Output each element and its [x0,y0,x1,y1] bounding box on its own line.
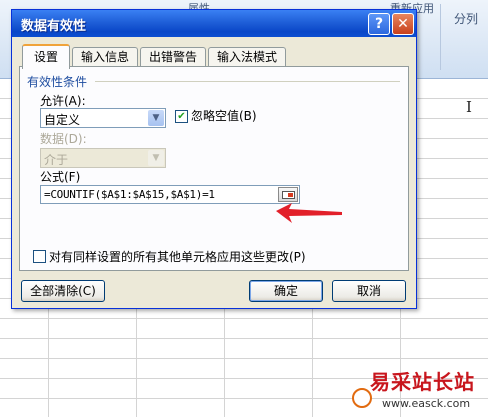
formula-input-value: =COUNTIF($A$1:$A$15,$A$1)=1 [44,188,215,201]
tab-ime-mode[interactable]: 输入法模式 [208,47,286,67]
ignore-blank-label: 忽略空值(B) [191,109,257,123]
data-label: 数据(D): [40,132,87,146]
formula-input[interactable]: =COUNTIF($A$1:$A$15,$A$1)=1 [40,185,300,204]
apply-all-label: 对有同样设置的所有其他单元格应用这些更改(P) [49,250,306,264]
chevron-down-icon: ▼ [148,150,164,166]
range-select-icon[interactable] [278,187,298,202]
chevron-down-icon[interactable]: ▼ [148,110,164,126]
ribbon-separator [440,4,441,70]
apply-all-checkbox[interactable] [33,250,46,263]
dialog-title: 数据有效性 [21,19,87,34]
data-select-value: 介于 [44,153,69,167]
allow-label: 允许(A): [40,94,86,108]
validation-criteria-label: 有效性条件 [27,75,88,89]
formula-label: 公式(F) [40,170,81,184]
cancel-button[interactable]: 取消 [332,280,406,302]
watermark-url: www.easck.com [382,397,471,410]
help-button[interactable]: ? [368,13,390,35]
data-validation-dialog: 数据有效性 ? ✕ 设置 输入信息 出错警告 输入法模式 有效性条件 允许(A)… [11,9,417,309]
data-select: 介于 ▼ [40,148,166,168]
tab-input-message[interactable]: 输入信息 [72,47,138,67]
group-divider [95,81,400,82]
dialog-titlebar[interactable]: 数据有效性 ? ✕ [12,10,416,37]
watermark-logo-icon [352,388,372,408]
tab-error-alert[interactable]: 出错警告 [140,47,206,67]
ignore-blank-checkbox[interactable]: ✔ [175,110,188,123]
allow-select[interactable]: 自定义 ▼ [40,108,166,128]
ibeam-cursor-icon: I [466,98,472,116]
close-button[interactable]: ✕ [392,13,414,35]
red-arrow-annotation [276,203,342,223]
ribbon-item-text-to-columns[interactable]: 分列 [454,10,478,27]
allow-select-value: 自定义 [44,113,81,127]
tab-settings[interactable]: 设置 [22,44,70,69]
clear-all-button[interactable]: 全部清除(C) [21,280,105,302]
ok-button[interactable]: 确定 [249,280,323,302]
watermark-text: 易采站长站 [370,370,475,394]
